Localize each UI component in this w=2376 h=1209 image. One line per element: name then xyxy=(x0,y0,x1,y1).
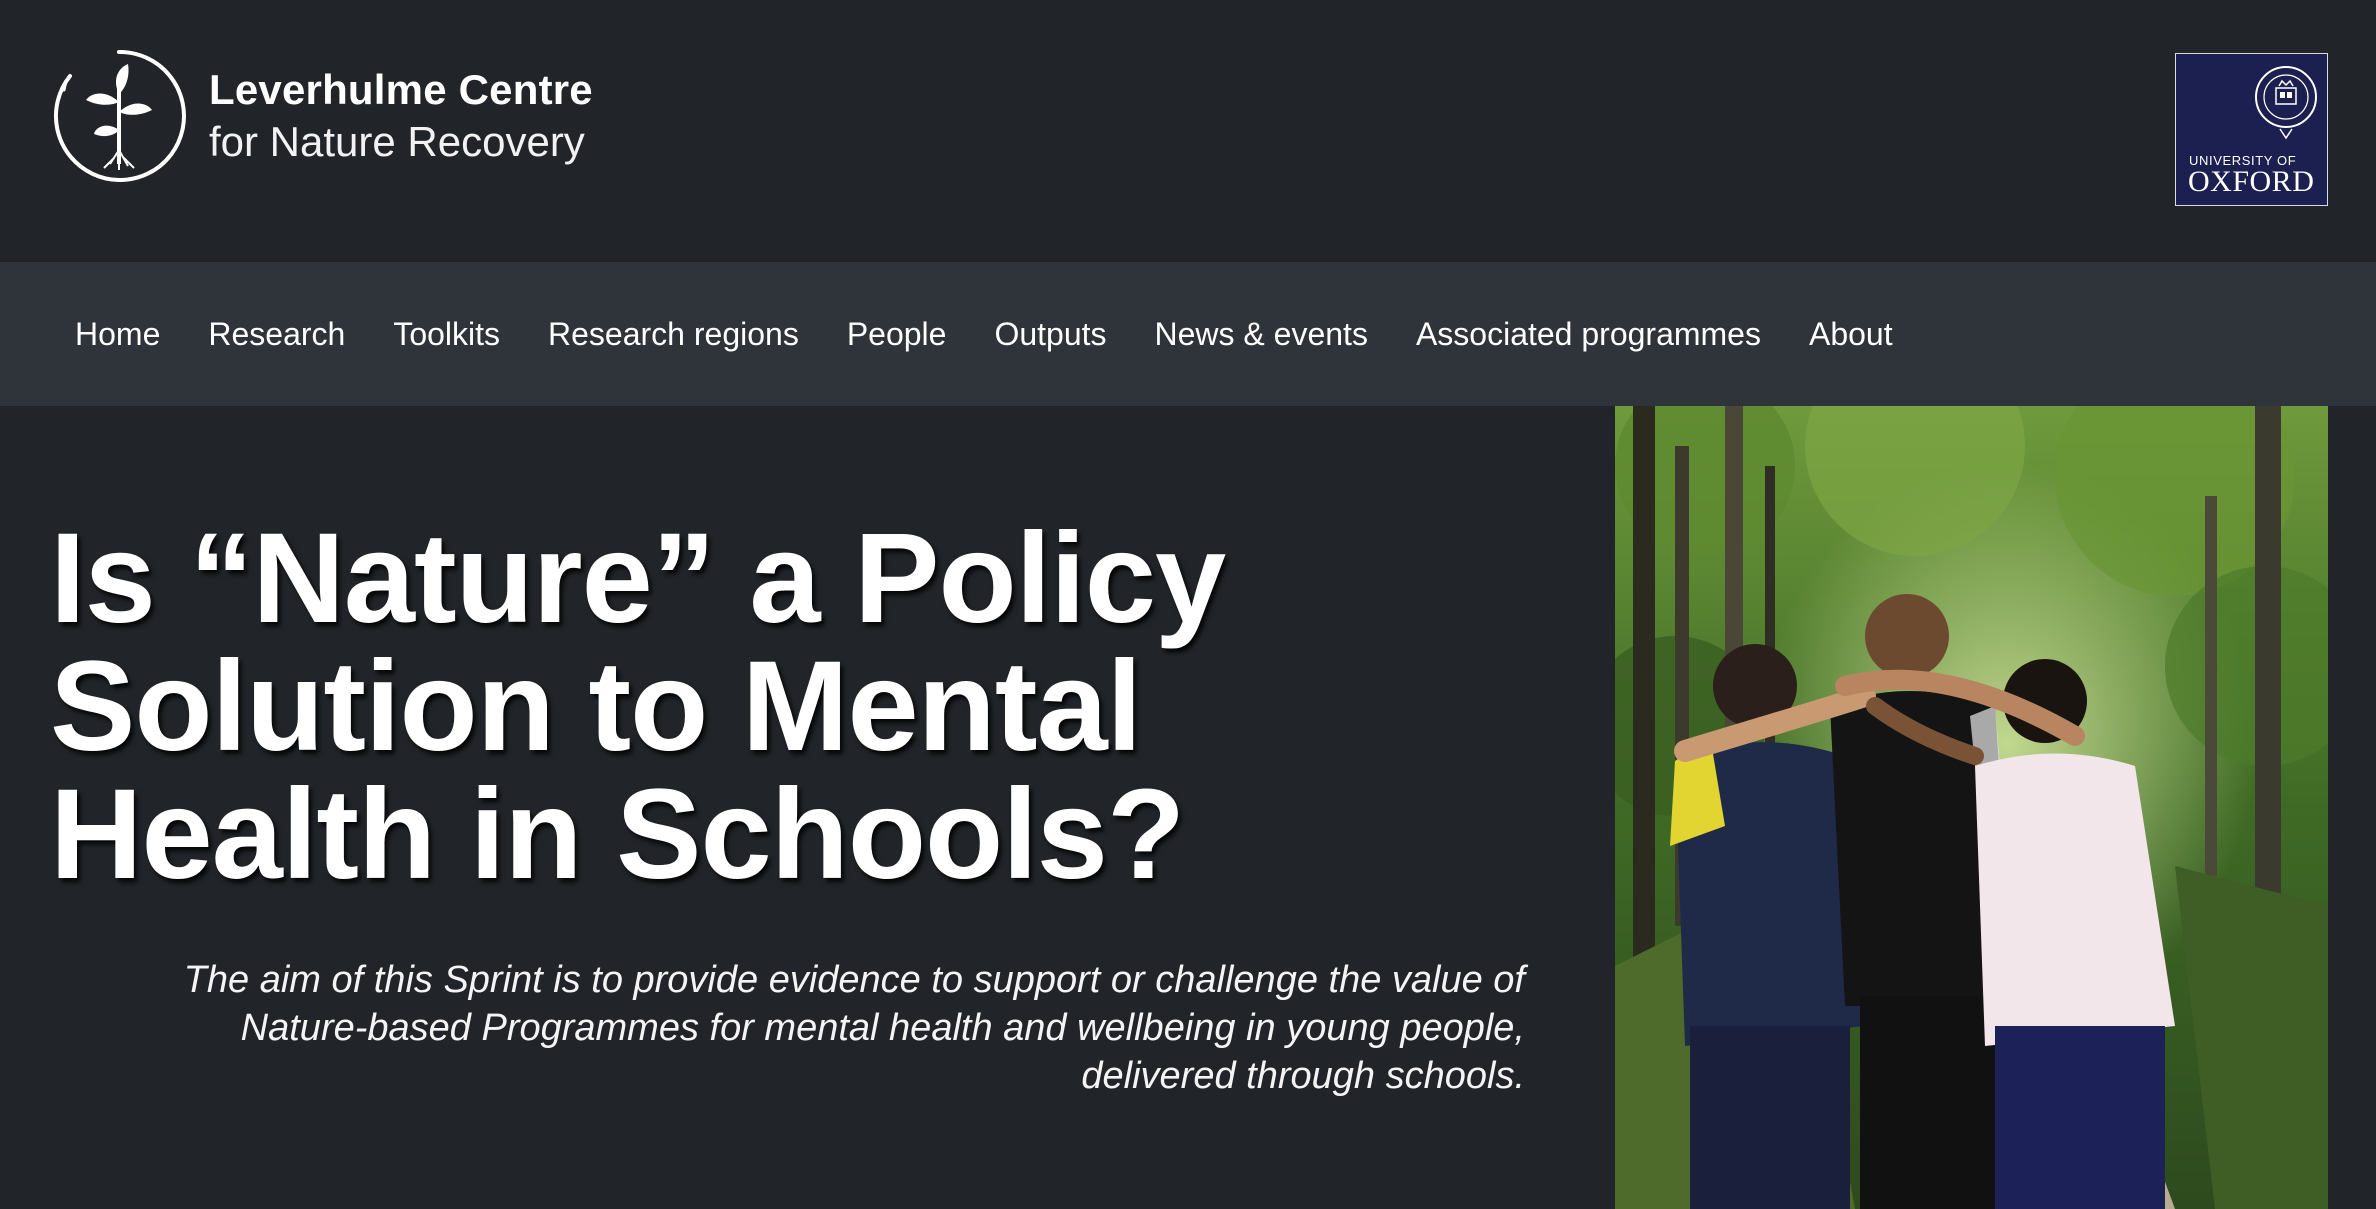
page-title: Is “Nature” a Policy Solution to Mental … xyxy=(50,507,1226,906)
oxford-crest-icon xyxy=(2255,66,2317,140)
brand-name[interactable]: Leverhulme Centre xyxy=(209,66,593,114)
page-subtitle: The aim of this Sprint is to provide evi… xyxy=(183,959,1525,1097)
nav-item-toolkits[interactable]: Toolkits xyxy=(369,316,524,353)
nav-item-outputs[interactable]: Outputs xyxy=(970,316,1130,353)
site-header: Leverhulme Centre for Nature Recovery UN… xyxy=(0,0,2376,262)
nav-item-associated-programmes[interactable]: Associated programmes xyxy=(1392,316,1785,353)
hero-photo-illustration xyxy=(1615,406,2328,1209)
nav-item-people[interactable]: People xyxy=(823,316,971,353)
oxford-logo-line2: OXFORD xyxy=(2188,165,2315,198)
nav-item-news-events[interactable]: News & events xyxy=(1131,316,1392,353)
university-of-oxford-logo[interactable]: UNIVERSITY OF OXFORD xyxy=(2175,53,2328,206)
nav-item-about[interactable]: About xyxy=(1785,316,1917,353)
nav-list: Home Research Toolkits Research regions … xyxy=(51,262,1917,406)
sprouting-plant-circle-icon xyxy=(54,49,186,182)
nav-item-research-regions[interactable]: Research regions xyxy=(524,316,823,353)
brand-tagline[interactable]: for Nature Recovery xyxy=(209,118,585,166)
main-navigation: Home Research Toolkits Research regions … xyxy=(0,262,2376,406)
nav-item-home[interactable]: Home xyxy=(51,316,184,353)
children-walking-in-woodland-photo xyxy=(1615,406,2328,1209)
nav-item-research[interactable]: Research xyxy=(184,316,369,353)
